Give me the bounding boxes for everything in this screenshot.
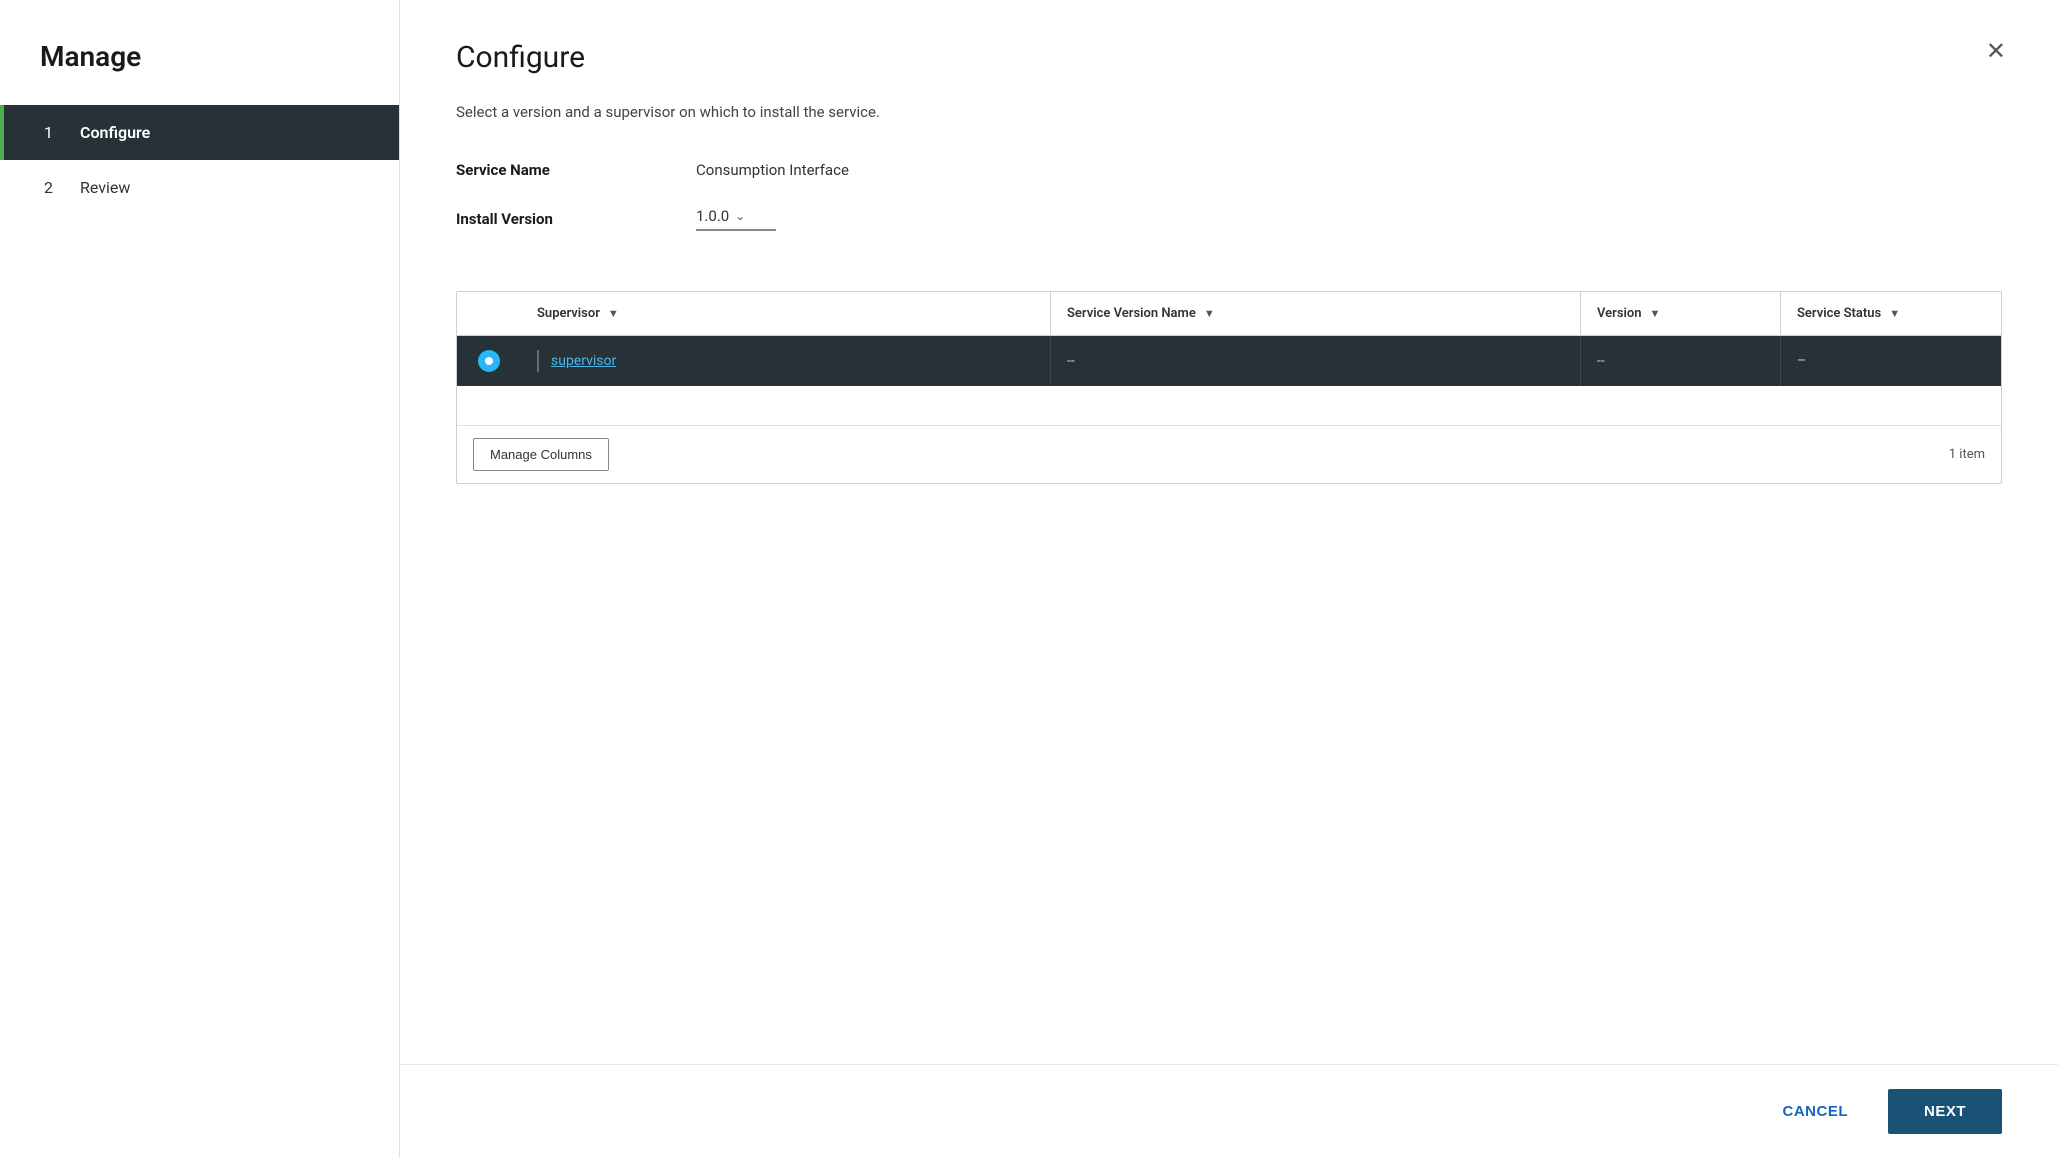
version-value: 1.0.0 [696, 207, 729, 225]
page-title: Configure [456, 40, 2002, 75]
table-row[interactable]: supervisor -- -- – [457, 336, 2001, 386]
close-button[interactable]: ✕ [1982, 36, 2010, 68]
version-cell-value: -- [1597, 353, 1605, 369]
table-empty-row [457, 386, 2001, 426]
th-supervisor: Supervisor ▼ [521, 292, 1051, 335]
sidebar-title: Manage [0, 40, 399, 105]
subtitle: Select a version and a supervisor on whi… [456, 103, 2002, 121]
cancel-button[interactable]: CANCEL [1758, 1089, 1872, 1134]
col-divider [537, 350, 539, 372]
manage-columns-button[interactable]: Manage Columns [473, 438, 609, 471]
step-2-number: 2 [44, 178, 64, 197]
th-service-status-label: Service Status [1797, 306, 1881, 321]
form-section: Service Name Consumption Interface Insta… [456, 161, 2002, 259]
td-supervisor: supervisor [521, 336, 1051, 386]
table-footer: Manage Columns 1 item [457, 426, 2001, 483]
th-version-label: Version [1597, 306, 1642, 321]
td-version: -- [1581, 336, 1781, 386]
next-button[interactable]: NEXT [1888, 1089, 2002, 1134]
service-status-value: – [1797, 353, 1806, 369]
modal-overlay: Manage 1 Configure 2 Review ✕ Configure … [0, 0, 2058, 1158]
step-1-label: Configure [80, 123, 150, 142]
step-1-number: 1 [44, 123, 64, 142]
th-service-status: Service Status ▼ [1781, 292, 2001, 335]
th-service-version-name-label: Service Version Name [1067, 306, 1196, 321]
filter-version-icon[interactable]: ▼ [1650, 307, 1661, 320]
bottom-bar: CANCEL NEXT [400, 1064, 2058, 1158]
service-name-label: Service Name [456, 161, 696, 179]
td-radio[interactable] [457, 336, 521, 386]
radio-inner [485, 357, 493, 365]
chevron-down-icon: ⌄ [735, 209, 745, 223]
item-count: 1 item [1949, 447, 1985, 462]
filter-service-version-icon[interactable]: ▼ [1204, 307, 1215, 320]
sidebar: Manage 1 Configure 2 Review [0, 0, 400, 1158]
service-name-row: Service Name Consumption Interface [456, 161, 2002, 179]
th-supervisor-label: Supervisor [537, 306, 600, 321]
modal: Manage 1 Configure 2 Review ✕ Configure … [0, 0, 2058, 1158]
install-version-label: Install Version [456, 210, 696, 228]
th-version: Version ▼ [1581, 292, 1781, 335]
filter-supervisor-icon[interactable]: ▼ [608, 307, 619, 320]
service-version-name-value: -- [1067, 353, 1075, 369]
main-content: ✕ Configure Select a version and a super… [400, 0, 2058, 1158]
supervisor-table: Supervisor ▼ Service Version Name ▼ Vers… [456, 291, 2002, 484]
radio-selected-icon [478, 350, 500, 372]
th-select [457, 292, 521, 335]
sidebar-item-review[interactable]: 2 Review [0, 160, 399, 215]
filter-status-icon[interactable]: ▼ [1889, 307, 1900, 320]
td-service-version-name: -- [1051, 336, 1581, 386]
th-service-version-name: Service Version Name ▼ [1051, 292, 1581, 335]
install-version-row: Install Version 1.0.0 ⌄ [456, 207, 2002, 231]
service-name-value: Consumption Interface [696, 161, 849, 179]
td-service-status: – [1781, 336, 2001, 386]
supervisor-link[interactable]: supervisor [551, 353, 616, 369]
sidebar-item-configure[interactable]: 1 Configure [0, 105, 399, 160]
table-header: Supervisor ▼ Service Version Name ▼ Vers… [457, 292, 2001, 336]
step-2-label: Review [80, 178, 130, 197]
install-version-select[interactable]: 1.0.0 ⌄ [696, 207, 776, 231]
